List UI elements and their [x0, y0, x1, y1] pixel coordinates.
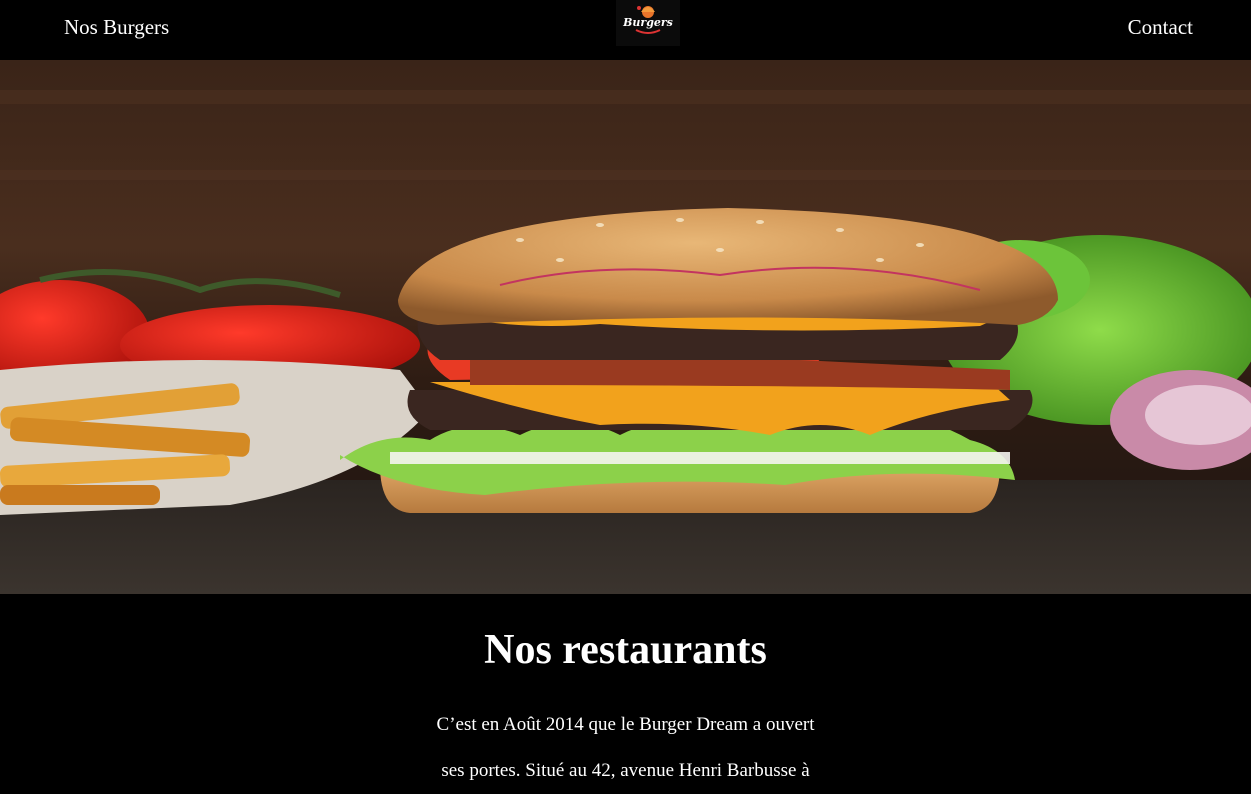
- restaurants-section: Nos restaurants C’est en Août 2014 que l…: [0, 594, 1251, 781]
- burger-photo: [0, 60, 1251, 594]
- paragraph-line: C’est en Août 2014 que le Burger Dream a…: [436, 714, 815, 735]
- brand-logo[interactable]: Burgers: [616, 0, 680, 46]
- restaurants-paragraph: C’est en Août 2014 que le Burger Dream a…: [0, 702, 1251, 794]
- section-title: Nos restaurants: [484, 627, 767, 673]
- nav-link-nos-burgers[interactable]: Nos Burgers: [64, 14, 169, 40]
- hero-image: [0, 60, 1251, 594]
- paragraph-line: ses portes. Situé au 42, avenue Henri Ba…: [441, 760, 810, 781]
- nav-link-contact[interactable]: Contact: [1128, 14, 1193, 40]
- site-header: Nos Burgers Burgers Contact: [0, 0, 1251, 60]
- logo-text: Burgers: [622, 16, 673, 29]
- burger-logo-icon: Burgers: [622, 6, 673, 34]
